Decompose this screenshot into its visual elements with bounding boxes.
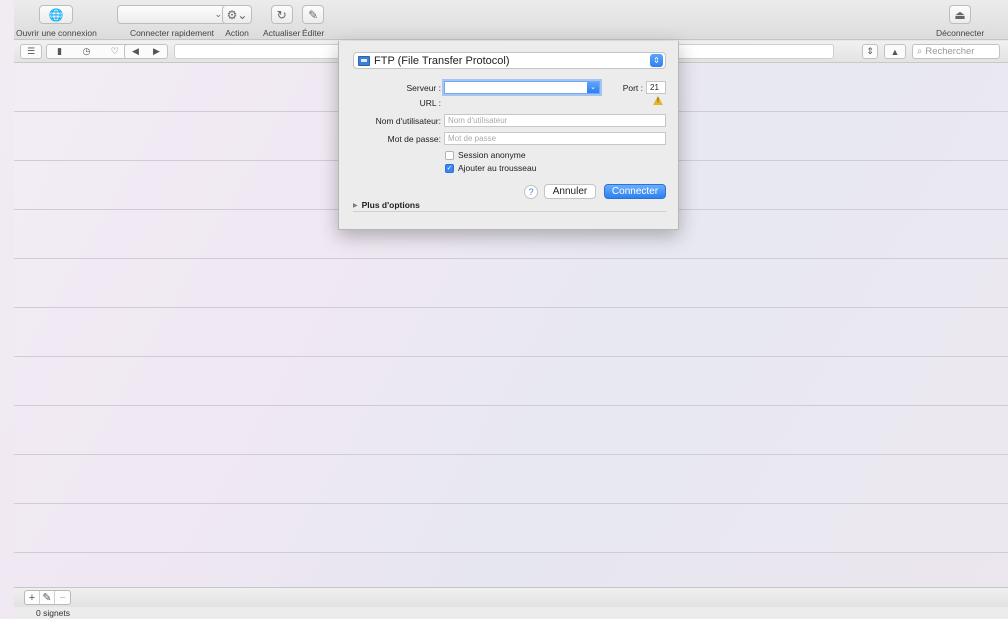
- warning-mark: !: [657, 98, 659, 104]
- select-stepper-icon: ⇕: [650, 54, 663, 67]
- edit-button[interactable]: ✎: [302, 5, 325, 24]
- disclosure-triangle-icon[interactable]: ▶: [353, 202, 358, 209]
- port-input[interactable]: 21: [646, 81, 666, 94]
- keychain-label: Ajouter au trousseau: [458, 163, 537, 173]
- list-item[interactable]: [14, 308, 1008, 357]
- edit-item[interactable]: ✎ Éditer: [302, 5, 324, 38]
- edit-label: Éditer: [302, 28, 325, 38]
- search-field[interactable]: ⌕ Rechercher: [912, 44, 1000, 59]
- edit-bookmark-button[interactable]: ✎: [40, 591, 55, 604]
- refresh-icon: ↻: [276, 7, 287, 22]
- view-segment[interactable]: ▮ ◷ ♡: [46, 44, 130, 59]
- outline-view-button[interactable]: ☰: [20, 44, 42, 59]
- outline-icon: ☰: [26, 46, 36, 56]
- connection-sheet: FTP (File Transfer Protocol) ⇕ Serveur :…: [338, 41, 679, 230]
- action-item[interactable]: ⚙︎⌄ Action: [222, 5, 252, 38]
- disconnect-item[interactable]: ⏏ Déconnecter: [936, 5, 984, 38]
- username-label: Nom d'utilisateur:: [375, 116, 441, 126]
- help-button[interactable]: ?: [524, 185, 538, 199]
- action-label: Action: [225, 28, 249, 38]
- refresh-item[interactable]: ↻ Actualiser: [263, 5, 300, 38]
- password-input[interactable]: Mot de passe: [444, 132, 666, 145]
- remove-bookmark-button[interactable]: −: [55, 591, 70, 604]
- connect-button[interactable]: Connecter: [604, 184, 666, 199]
- bookmark-edit-segment: + ✎ −: [24, 590, 71, 605]
- cancel-button[interactable]: Annuler: [544, 184, 596, 199]
- more-options-disclosure[interactable]: ▶ Plus d'options: [353, 200, 420, 210]
- forward-arrow-icon[interactable]: ▶: [153, 46, 160, 57]
- server-label: Serveur :: [406, 83, 442, 93]
- quick-connect-select[interactable]: ⌄: [117, 5, 227, 24]
- username-input[interactable]: Nom d'utilisateur: [444, 114, 666, 127]
- checkbox-unchecked-icon[interactable]: [445, 150, 454, 160]
- port-label: Port :: [622, 83, 643, 93]
- list-item[interactable]: [14, 357, 1008, 406]
- bottom-bar: + ✎ −: [14, 587, 1008, 607]
- magnifier-icon: ⌕: [917, 46, 923, 57]
- back-arrow-icon[interactable]: ◀: [132, 46, 139, 57]
- open-connection-item[interactable]: 🌐 Ouvrir une connexion: [16, 5, 97, 38]
- disconnect-label: Déconnecter: [936, 28, 985, 38]
- chevron-down-icon: ⌄: [214, 9, 222, 19]
- globe-plus-icon: 🌐: [48, 7, 64, 22]
- anonymous-checkbox[interactable]: Session anonyme: [445, 150, 526, 160]
- list-item[interactable]: [14, 406, 1008, 455]
- disconnect-button[interactable]: ⏏: [949, 5, 972, 24]
- drive-icon: [358, 55, 370, 66]
- refresh-button[interactable]: ↻: [270, 5, 293, 24]
- eject-icon: ⏏: [954, 7, 966, 22]
- quick-connect-label: Connecter rapidement: [129, 28, 215, 38]
- nav-segment[interactable]: ◀ ▶: [124, 44, 168, 59]
- refresh-label: Actualiser: [263, 28, 301, 38]
- url-label: URL :: [419, 98, 441, 108]
- toolbar: 🌐 Ouvrir une connexion ⌄ Connecter rapid…: [14, 0, 1008, 40]
- chevron-down-icon[interactable]: ⌄: [587, 82, 599, 93]
- open-connection-label: Ouvrir une connexion: [16, 28, 97, 38]
- stepper-icon: ⇕: [866, 46, 874, 56]
- pencil-icon: ✎: [308, 7, 319, 22]
- list-item[interactable]: [14, 504, 1008, 553]
- bookmark-icon[interactable]: ▮: [57, 46, 62, 57]
- more-options-label: Plus d'options: [361, 200, 420, 210]
- checkmark-icon[interactable]: ✓: [445, 163, 454, 173]
- search-placeholder: Rechercher: [925, 46, 975, 57]
- password-label: Mot de passe:: [387, 134, 441, 144]
- gear-icon: ⚙︎⌄: [226, 7, 248, 22]
- encoding-stepper[interactable]: ⇕: [862, 44, 878, 59]
- list-item[interactable]: [14, 259, 1008, 308]
- add-bookmark-button[interactable]: +: [25, 591, 40, 604]
- keychain-checkbox[interactable]: ✓ Ajouter au trousseau: [445, 163, 536, 173]
- parent-dir-button[interactable]: ▲: [884, 44, 906, 59]
- action-button[interactable]: ⚙︎⌄: [222, 5, 252, 24]
- open-connection-button[interactable]: 🌐: [39, 5, 74, 24]
- status-bar: 0 signets: [14, 607, 1008, 619]
- anonymous-label: Session anonyme: [458, 150, 526, 160]
- server-input[interactable]: ⌄: [444, 81, 600, 94]
- up-arrow-icon: ▲: [890, 46, 900, 57]
- bonjour-icon[interactable]: ♡: [111, 46, 119, 57]
- sheet-divider: [353, 211, 666, 212]
- protocol-select[interactable]: FTP (File Transfer Protocol) ⇕: [353, 52, 666, 69]
- history-icon[interactable]: ◷: [82, 46, 90, 57]
- quick-connect-item[interactable]: ⌄ Connecter rapidement: [117, 5, 227, 38]
- list-item[interactable]: [14, 455, 1008, 504]
- protocol-value: FTP (File Transfer Protocol): [374, 54, 510, 67]
